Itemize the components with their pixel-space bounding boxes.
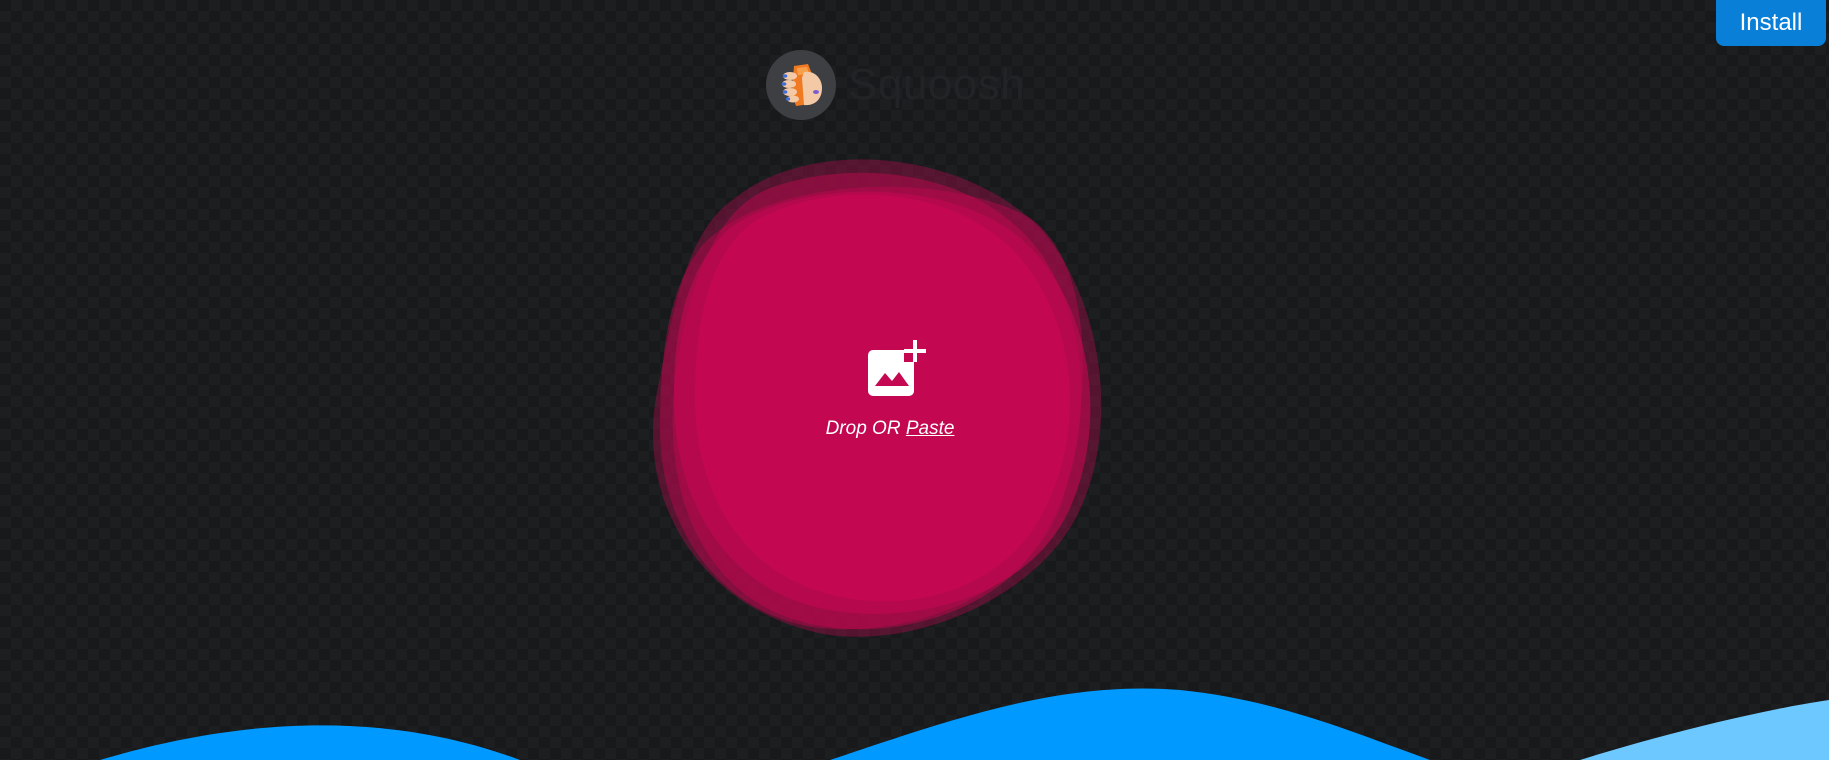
drop-instructions: Drop OR Paste <box>826 418 955 440</box>
squoosh-hand-logo-icon <box>766 50 836 120</box>
add-image-icon <box>868 338 926 396</box>
install-button[interactable]: Install <box>1716 0 1826 46</box>
drop-or-label: Drop OR <box>825 418 906 439</box>
app-name: Squoosh <box>848 60 1026 109</box>
drop-zone[interactable]: Drop OR Paste <box>640 158 1140 658</box>
paste-link[interactable]: Paste <box>906 418 955 439</box>
page: Install Squoosh Drop OR Paste <box>0 0 1829 760</box>
wave-decoration <box>100 688 1829 760</box>
app-logo: Squoosh <box>766 50 1025 120</box>
